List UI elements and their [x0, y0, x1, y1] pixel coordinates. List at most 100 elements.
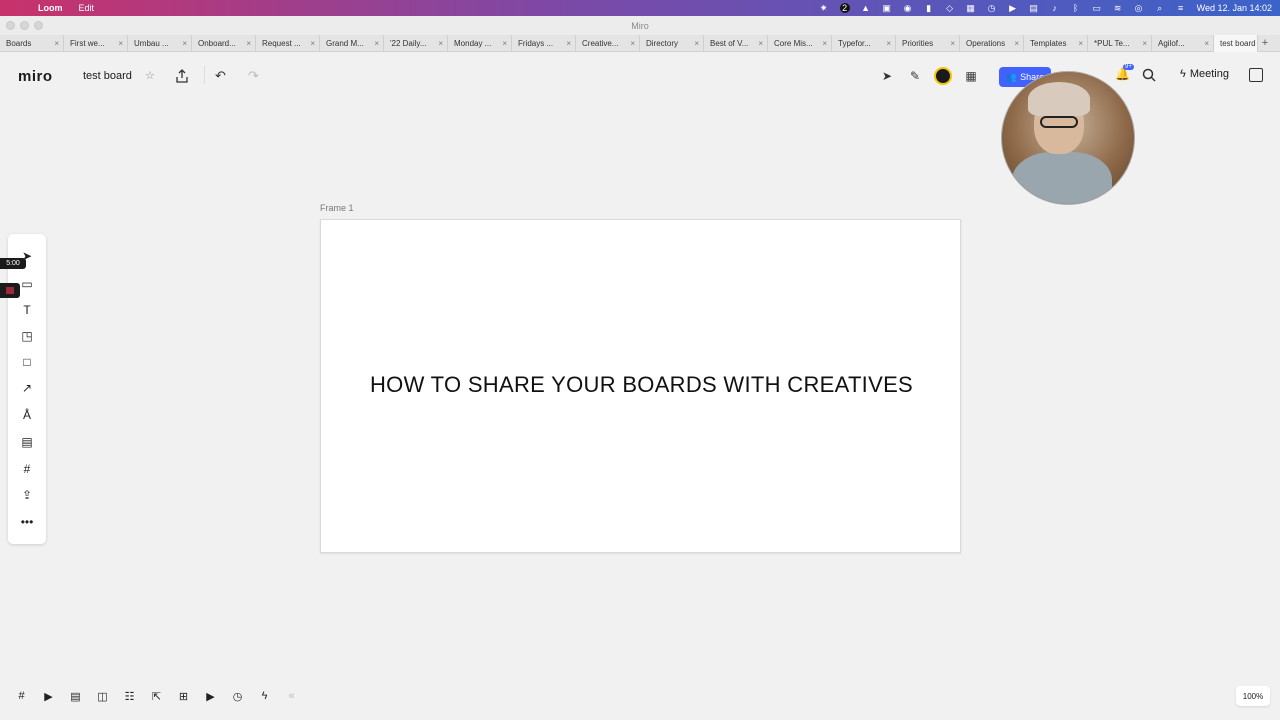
export-icon[interactable] — [175, 69, 189, 83]
browser-tab[interactable]: Boards × — [0, 35, 64, 52]
close-tab-icon[interactable]: × — [822, 39, 827, 48]
browser-tab[interactable]: Core Mis... × — [768, 35, 832, 52]
close-tab-icon[interactable]: × — [54, 39, 59, 48]
frames-icon[interactable]: # — [12, 687, 31, 706]
browser-tab[interactable]: '22 Daily... × — [384, 35, 448, 52]
shape-icon[interactable]: □ — [19, 354, 35, 370]
browser-tab[interactable]: Request ... × — [256, 35, 320, 52]
comments-icon[interactable]: ▤ — [66, 687, 85, 706]
template-icon[interactable]: ▭ — [19, 276, 35, 292]
browser-tab[interactable]: Directory × — [640, 35, 704, 52]
close-tab-icon[interactable]: × — [630, 39, 635, 48]
miro-logo[interactable]: miro — [18, 68, 53, 85]
chat-icon[interactable]: ◫ — [93, 687, 112, 706]
text-icon[interactable]: T — [19, 302, 35, 318]
frame[interactable]: HOW TO SHARE YOUR BOARDS WITH CREATIVES — [320, 219, 961, 553]
sticky-note-icon[interactable]: ◳ — [19, 328, 35, 344]
browser-tab[interactable]: Templates × — [1024, 35, 1088, 52]
record-icon[interactable]: ◉ — [903, 3, 913, 13]
browser-tab[interactable]: Monday ... × — [448, 35, 512, 52]
close-tab-icon[interactable]: × — [1142, 39, 1147, 48]
bluetooth-icon[interactable]: ᛒ — [1071, 3, 1081, 13]
new-tab-icon[interactable]: + — [1258, 35, 1272, 51]
browser-tab[interactable]: Grand M... × — [320, 35, 384, 52]
browser-tab[interactable]: First we... × — [64, 35, 128, 52]
close-tab-icon[interactable]: × — [566, 39, 571, 48]
maximize-window-button[interactable] — [34, 21, 43, 30]
screen-add-icon[interactable]: ⊞ — [174, 687, 193, 706]
close-window-button[interactable] — [6, 21, 15, 30]
gear-icon[interactable]: ✷ — [819, 3, 829, 13]
board-name[interactable]: test board — [83, 70, 132, 82]
webcam-bubble[interactable] — [1001, 71, 1135, 205]
frame-icon[interactable]: # — [19, 461, 35, 477]
browser-tab[interactable]: Best of V... × — [704, 35, 768, 52]
close-tab-icon[interactable]: × — [246, 39, 251, 48]
frame-label[interactable]: Frame 1 — [320, 203, 354, 213]
browser-tab[interactable]: Operations × — [960, 35, 1024, 52]
close-tab-icon[interactable]: × — [310, 39, 315, 48]
play-icon[interactable]: ▶ — [1008, 3, 1018, 13]
close-tab-icon[interactable]: × — [1204, 39, 1209, 48]
star-icon[interactable]: ☆ — [145, 69, 155, 82]
battery-icon[interactable]: ▭ — [1092, 3, 1102, 13]
stop-recording-button[interactable] — [0, 283, 20, 298]
browser-tab[interactable]: Creative... × — [576, 35, 640, 52]
dropbox-icon[interactable]: ◇ — [945, 3, 955, 13]
collapse-icon[interactable]: « — [282, 687, 301, 706]
close-tab-icon[interactable]: × — [502, 39, 507, 48]
close-tab-icon[interactable]: × — [118, 39, 123, 48]
apps-grid-icon[interactable]: ▦ — [960, 65, 982, 87]
app-icon[interactable]: ▲ — [861, 3, 871, 13]
flag-icon[interactable]: ▤ — [1029, 3, 1039, 13]
close-tab-icon[interactable]: × — [886, 39, 891, 48]
badge-icon[interactable]: 2 — [839, 3, 850, 13]
browser-tab[interactable]: Umbau ... × — [128, 35, 192, 52]
notes-icon[interactable] — [1249, 68, 1263, 82]
more-icon[interactable]: ••• — [19, 514, 35, 530]
close-tab-icon[interactable]: × — [438, 39, 443, 48]
camera-icon[interactable]: ▣ — [882, 3, 892, 13]
cursor-icon[interactable]: ➤ — [876, 65, 898, 87]
volume-icon[interactable]: ♪ — [1050, 3, 1060, 13]
user-icon[interactable]: ◎ — [1134, 3, 1144, 13]
upload-icon[interactable]: ⇪ — [19, 487, 35, 503]
browser-tab[interactable]: Fridays ... × — [512, 35, 576, 52]
close-tab-icon[interactable]: × — [758, 39, 763, 48]
minimize-window-button[interactable] — [20, 21, 29, 30]
user-avatar[interactable] — [932, 65, 954, 87]
timer-icon[interactable]: ◷ — [228, 687, 247, 706]
menubar-clock[interactable]: Wed 12. Jan 14:02 — [1197, 3, 1272, 13]
history-icon[interactable]: ◷ — [987, 3, 997, 13]
video-icon[interactable]: ▶ — [201, 687, 220, 706]
browser-tab[interactable]: Onboard... × — [192, 35, 256, 52]
search-icon[interactable]: ⌕ — [1155, 3, 1165, 13]
comment-icon[interactable]: ▤ — [19, 434, 35, 450]
menubar-app-name[interactable]: Loom — [38, 3, 63, 13]
close-tab-icon[interactable]: × — [694, 39, 699, 48]
wifi-icon[interactable]: ≋ — [1113, 3, 1123, 13]
redo-icon[interactable]: ↷ — [248, 68, 259, 84]
search-icon[interactable] — [1141, 67, 1157, 83]
lightning-icon[interactable]: ϟ — [255, 687, 274, 706]
menubar-edit[interactable]: Edit — [79, 3, 95, 13]
reactions-icon[interactable]: ✎ — [904, 65, 926, 87]
close-tab-icon[interactable]: × — [1014, 39, 1019, 48]
pen-icon[interactable]: Å — [19, 407, 35, 423]
close-tab-icon[interactable]: × — [1078, 39, 1083, 48]
presentation-icon[interactable]: ▶ — [39, 687, 58, 706]
meeting-button[interactable]: ϟ Meeting — [1180, 68, 1229, 80]
frame-text[interactable]: HOW TO SHARE YOUR BOARDS WITH CREATIVES — [321, 372, 962, 398]
share-screen-icon[interactable]: ⇱ — [147, 687, 166, 706]
browser-tab[interactable]: test board — [1214, 35, 1258, 52]
undo-icon[interactable]: ↶ — [215, 68, 226, 84]
browser-tab[interactable]: Typefor... × — [832, 35, 896, 52]
notifications-icon[interactable]: 🔔 9+ — [1115, 64, 1134, 81]
zoom-level[interactable]: 100% — [1236, 686, 1270, 706]
close-tab-icon[interactable]: × — [374, 39, 379, 48]
grid-icon[interactable]: ▦ — [966, 3, 976, 13]
browser-tab[interactable]: *PUL Te... × — [1088, 35, 1152, 52]
close-tab-icon[interactable]: × — [182, 39, 187, 48]
cards-icon[interactable]: ☷ — [120, 687, 139, 706]
control-center-icon[interactable]: ≡ — [1176, 3, 1186, 13]
